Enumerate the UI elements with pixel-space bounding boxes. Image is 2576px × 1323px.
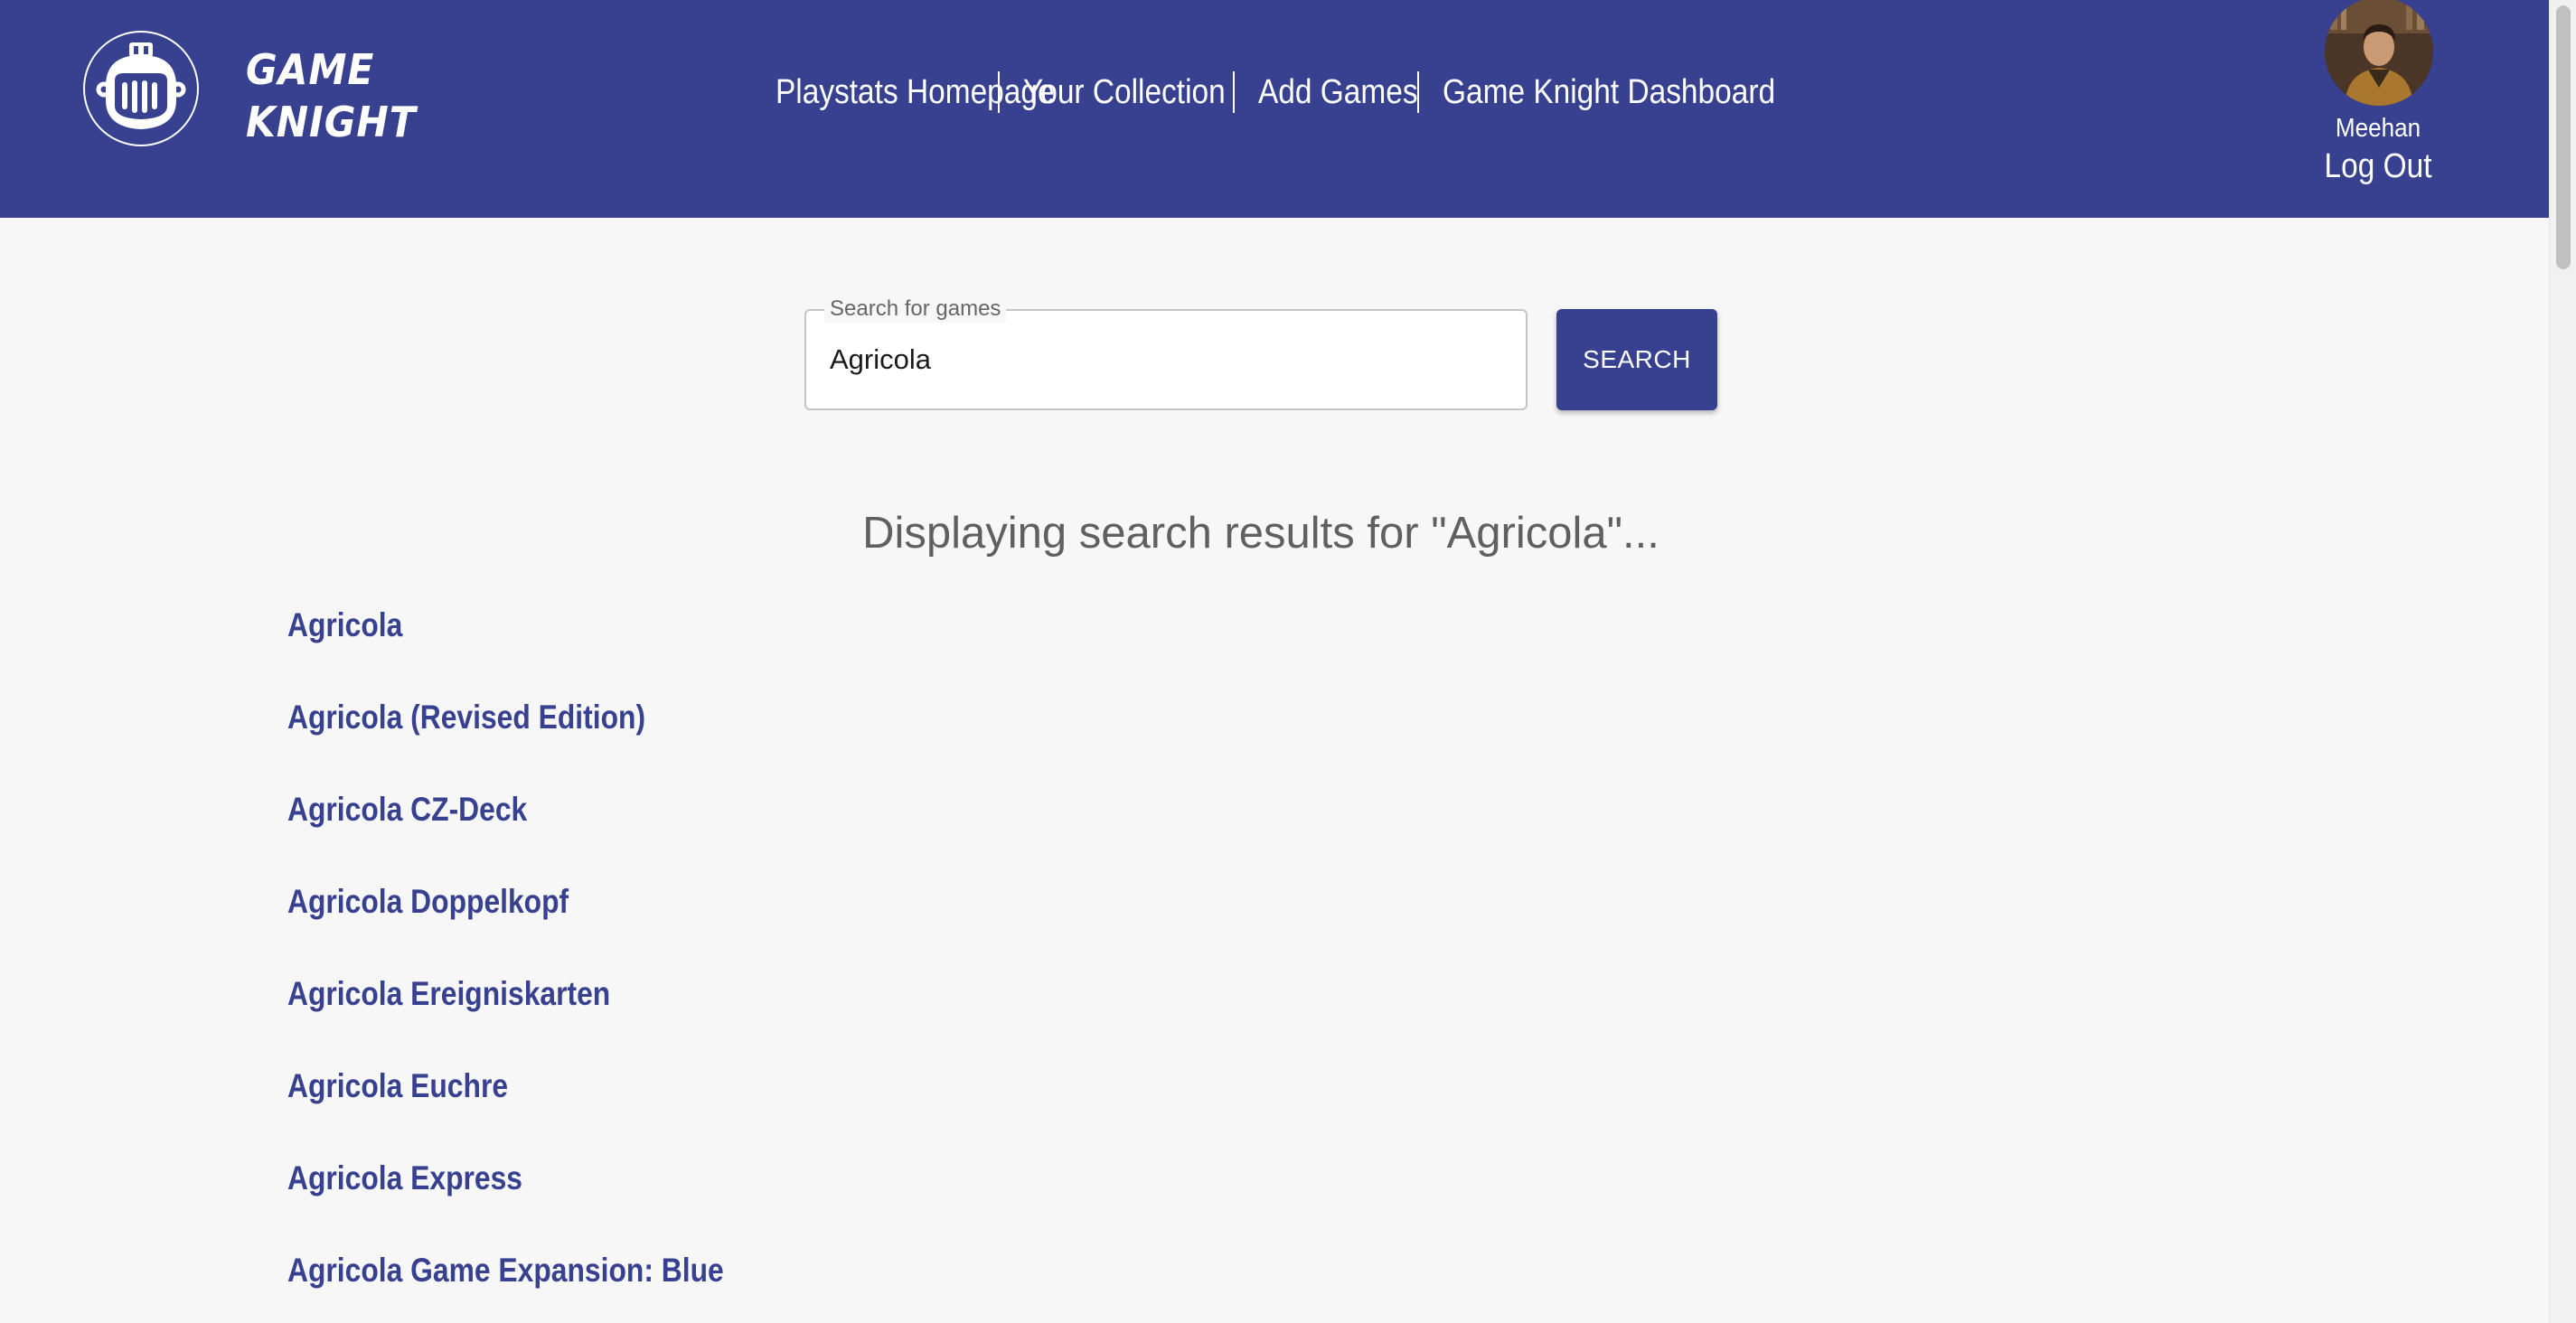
result-item[interactable]: Agricola Euchre <box>287 1063 724 1155</box>
main-nav: Playstats Homepage Your Collection Add G… <box>776 70 1777 114</box>
knight-helmet-icon[interactable] <box>82 30 200 147</box>
user-name: Meehan <box>2335 114 2421 143</box>
result-item[interactable]: Agricola Doppelkopf <box>287 878 724 971</box>
brand-line-1: GAME <box>246 45 375 94</box>
results-heading: Displaying search results for "Agricola"… <box>862 509 1659 558</box>
results-list: Agricola Agricola (Revised Edition) Agri… <box>287 602 794 1323</box>
result-item[interactable]: Agricola CZ-Deck <box>287 786 724 878</box>
result-item[interactable]: Agricola (Revised Edition) <box>287 694 724 786</box>
result-item[interactable]: Agricola Game Expansion: Blue <box>287 1247 724 1323</box>
search-button[interactable]: SEARCH <box>1556 309 1717 410</box>
nav-link-your-collection[interactable]: Your Collection <box>1023 70 1226 114</box>
page-scrollbar[interactable] <box>2549 0 2576 1323</box>
nav-link-add-games[interactable]: Add Games <box>1258 70 1418 114</box>
page: GAME KNIGHT Playstats Homepage Your Coll… <box>0 0 2576 1323</box>
brand-line-2: KNIGHT <box>246 98 417 146</box>
nav-link-playstats-homepage[interactable]: Playstats Homepage <box>776 70 1055 114</box>
nav-divider <box>1233 71 1235 113</box>
logout-link[interactable]: Log Out <box>2314 146 2443 186</box>
result-item[interactable]: Agricola <box>287 602 724 694</box>
scrollbar-thumb[interactable] <box>2556 5 2571 269</box>
avatar[interactable] <box>2325 0 2433 106</box>
search-input[interactable] <box>830 311 1499 408</box>
search-field: Search for games <box>804 296 1528 410</box>
top-header: GAME KNIGHT Playstats Homepage Your Coll… <box>0 0 2549 218</box>
result-item[interactable]: Agricola Ereigniskarten <box>287 971 724 1063</box>
nav-link-game-knight-dashboard[interactable]: Game Knight Dashboard <box>1443 70 1775 114</box>
result-item[interactable]: Agricola Express <box>287 1155 724 1247</box>
brand-wordmark[interactable]: GAME KNIGHT <box>246 43 417 148</box>
